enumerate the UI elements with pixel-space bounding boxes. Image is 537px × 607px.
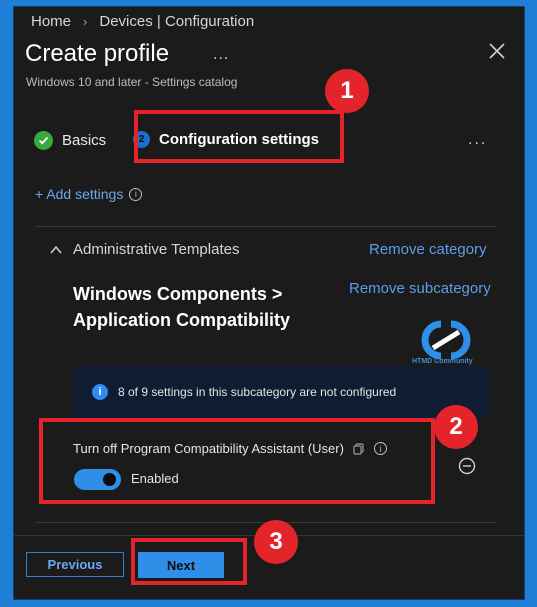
callout-badge-1: 1 (325, 69, 369, 113)
category-header[interactable]: Administrative Templates (49, 241, 239, 258)
more-options-icon[interactable]: ... (468, 131, 487, 149)
close-icon[interactable] (488, 42, 506, 60)
page-subtitle: Windows 10 and later - Settings catalog (26, 75, 238, 89)
callout-box-2 (39, 418, 435, 504)
step-basics[interactable]: Basics (34, 131, 106, 150)
breadcrumb: Home › Devices | Configuration (31, 13, 254, 30)
breadcrumb-home[interactable]: Home (31, 13, 71, 30)
divider (35, 226, 497, 227)
remove-category-link[interactable]: Remove category (369, 241, 487, 258)
previous-button[interactable]: Previous (26, 552, 124, 577)
info-banner: i 8 of 9 settings in this subcategory ar… (73, 366, 489, 418)
chevron-up-icon[interactable] (49, 243, 63, 257)
subcategory-title: Windows Components > Application Compati… (73, 284, 291, 330)
callout-box-1 (134, 110, 344, 163)
callout-badge-2: 2 (434, 405, 478, 449)
remove-setting-icon[interactable] (458, 457, 476, 475)
chevron-right-icon: › (83, 14, 88, 29)
callout-box-3 (131, 538, 247, 585)
breadcrumb-devices-configuration[interactable]: Devices | Configuration (99, 13, 254, 30)
info-icon[interactable]: i (129, 187, 143, 201)
info-icon: i (92, 384, 108, 400)
callout-badge-3: 3 (254, 520, 298, 564)
step-label: Basics (62, 132, 107, 149)
watermark-text: HTMD Community (412, 358, 473, 365)
info-banner-text: 8 of 9 settings in this subcategory are … (118, 385, 397, 399)
remove-subcategory-link[interactable]: Remove subcategory (349, 280, 491, 297)
more-options-icon[interactable]: ... (213, 46, 229, 64)
add-settings-label: + Add settings (35, 186, 124, 202)
checkmark-icon (34, 131, 53, 150)
category-name: Administrative Templates (73, 241, 240, 258)
add-settings-link[interactable]: + Add settings i (35, 186, 143, 202)
page-title: Create profile (25, 40, 170, 67)
